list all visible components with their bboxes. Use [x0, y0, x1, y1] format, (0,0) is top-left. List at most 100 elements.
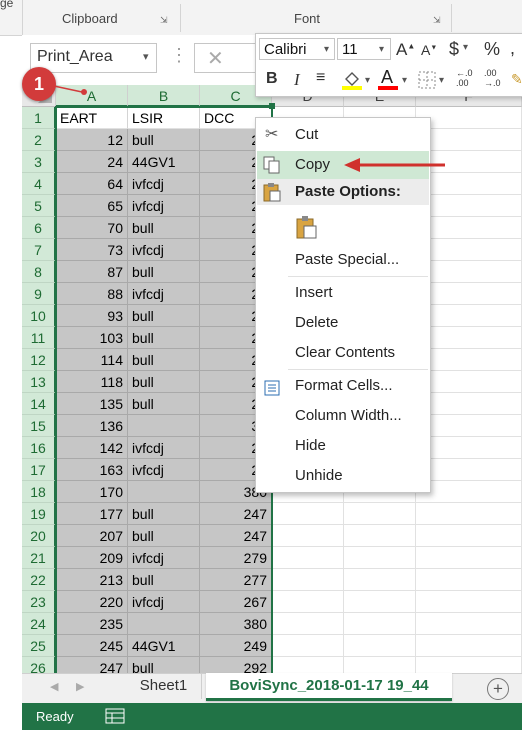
row-header[interactable]: 24: [22, 613, 56, 635]
align-center-icon[interactable]: ≡: [316, 69, 325, 87]
empty-cell[interactable]: [416, 459, 522, 481]
empty-cell[interactable]: [416, 613, 522, 635]
cell-b[interactable]: ivfcdj: [128, 283, 200, 305]
row-header[interactable]: 19: [22, 503, 56, 525]
column-header-b[interactable]: B: [128, 85, 200, 107]
cell-b[interactable]: bull: [128, 217, 200, 239]
empty-cell[interactable]: [344, 569, 416, 591]
cell-a[interactable]: 93: [56, 305, 128, 327]
cell-b[interactable]: bull: [128, 371, 200, 393]
menu-item-insert[interactable]: Insert: [257, 279, 429, 307]
close-icon[interactable]: ✕: [207, 46, 224, 71]
empty-cell[interactable]: [272, 569, 344, 591]
empty-cell[interactable]: [416, 129, 522, 151]
empty-cell[interactable]: [344, 657, 416, 673]
empty-cell[interactable]: [416, 305, 522, 327]
cell-b[interactable]: ivfcdj: [128, 239, 200, 261]
row-header[interactable]: 20: [22, 525, 56, 547]
cell-c[interactable]: 249: [200, 635, 272, 657]
menu-item-column-width[interactable]: Column Width...: [257, 402, 429, 430]
row-header[interactable]: 17: [22, 459, 56, 481]
empty-cell[interactable]: [272, 635, 344, 657]
empty-cell[interactable]: [272, 525, 344, 547]
cell-a[interactable]: EART: [56, 107, 128, 129]
cell-b[interactable]: bull: [128, 657, 200, 673]
cell-a[interactable]: 235: [56, 613, 128, 635]
cell-b[interactable]: bull: [128, 327, 200, 349]
cell-c[interactable]: 380: [200, 613, 272, 635]
chevron-down-icon[interactable]: ▾: [324, 39, 329, 61]
row-header[interactable]: 18: [22, 481, 56, 503]
font-size-dropdown[interactable]: 11 ▾: [337, 38, 391, 60]
empty-cell[interactable]: [416, 371, 522, 393]
cell-a[interactable]: 118: [56, 371, 128, 393]
row-header[interactable]: 12: [22, 349, 56, 371]
grow-font-icon[interactable]: A▲: [396, 40, 415, 60]
cell-a[interactable]: 65: [56, 195, 128, 217]
chevron-down-icon[interactable]: ▾: [439, 75, 444, 86]
menu-item-clear-contents[interactable]: Clear Contents: [257, 339, 429, 367]
empty-cell[interactable]: [416, 173, 522, 195]
cell-b[interactable]: bull: [128, 525, 200, 547]
cell-b[interactable]: bull: [128, 503, 200, 525]
empty-cell[interactable]: [416, 569, 522, 591]
cell-a[interactable]: 163: [56, 459, 128, 481]
cell-c[interactable]: 247: [200, 503, 272, 525]
cell-b[interactable]: ivfcdj: [128, 173, 200, 195]
row-header[interactable]: 26: [22, 657, 56, 673]
cell-b[interactable]: [128, 613, 200, 635]
empty-cell[interactable]: [416, 239, 522, 261]
cell-a[interactable]: 64: [56, 173, 128, 195]
font-color-icon[interactable]: A: [378, 67, 398, 91]
cell-b[interactable]: ivfcdj: [128, 547, 200, 569]
percent-button[interactable]: %: [484, 39, 500, 60]
chevron-down-icon[interactable]: ▾: [379, 39, 384, 61]
row-header[interactable]: 9: [22, 283, 56, 305]
cell-b[interactable]: LSIR: [128, 107, 200, 129]
empty-cell[interactable]: [344, 635, 416, 657]
empty-cell[interactable]: [272, 657, 344, 673]
italic-button[interactable]: I: [294, 70, 300, 90]
cell-a[interactable]: 209: [56, 547, 128, 569]
cell-b[interactable]: ivfcdj: [128, 195, 200, 217]
cell-c[interactable]: 247: [200, 525, 272, 547]
empty-cell[interactable]: [416, 415, 522, 437]
row-header[interactable]: 21: [22, 547, 56, 569]
menu-item-paste-special[interactable]: Paste Special...: [257, 246, 429, 274]
empty-cell[interactable]: [416, 393, 522, 415]
row-header[interactable]: 14: [22, 393, 56, 415]
cell-b[interactable]: bull: [128, 129, 200, 151]
chevron-down-icon[interactable]: ▾: [402, 75, 407, 86]
currency-button[interactable]: $: [449, 39, 459, 60]
empty-cell[interactable]: [272, 547, 344, 569]
cell-a[interactable]: 213: [56, 569, 128, 591]
row-header[interactable]: 4: [22, 173, 56, 195]
cell-a[interactable]: 88: [56, 283, 128, 305]
clipboard-launcher-icon[interactable]: ⇲: [160, 15, 168, 26]
scroll-right-icon[interactable]: ▶: [76, 680, 84, 693]
empty-cell[interactable]: [416, 327, 522, 349]
cell-a[interactable]: 220: [56, 591, 128, 613]
menu-item-format-cells[interactable]: Format Cells...: [257, 372, 429, 400]
menu-item-cut[interactable]: ✂ Cut: [257, 121, 429, 149]
row-header[interactable]: 1: [22, 107, 56, 129]
empty-cell[interactable]: [272, 613, 344, 635]
font-name-dropdown[interactable]: Calibri ▾: [259, 38, 335, 60]
comma-style-button[interactable]: ,: [510, 38, 515, 59]
row-header[interactable]: 16: [22, 437, 56, 459]
cell-a[interactable]: 87: [56, 261, 128, 283]
chevron-down-icon[interactable]: ▾: [365, 75, 370, 86]
cell-b[interactable]: bull: [128, 569, 200, 591]
font-launcher-icon[interactable]: ⇲: [433, 15, 441, 26]
cell-a[interactable]: 136: [56, 415, 128, 437]
cell-b[interactable]: bull: [128, 393, 200, 415]
cell-a[interactable]: 114: [56, 349, 128, 371]
cell-a[interactable]: 207: [56, 525, 128, 547]
bold-button[interactable]: B: [266, 70, 278, 88]
name-box[interactable]: Print_Area ▾: [30, 43, 157, 73]
sheet-tab-active[interactable]: BoviSync_2018-01-17 19_44: [206, 673, 452, 701]
fill-handle[interactable]: [269, 103, 275, 109]
empty-cell[interactable]: [416, 481, 522, 503]
row-header[interactable]: 23: [22, 591, 56, 613]
row-header[interactable]: 2: [22, 129, 56, 151]
